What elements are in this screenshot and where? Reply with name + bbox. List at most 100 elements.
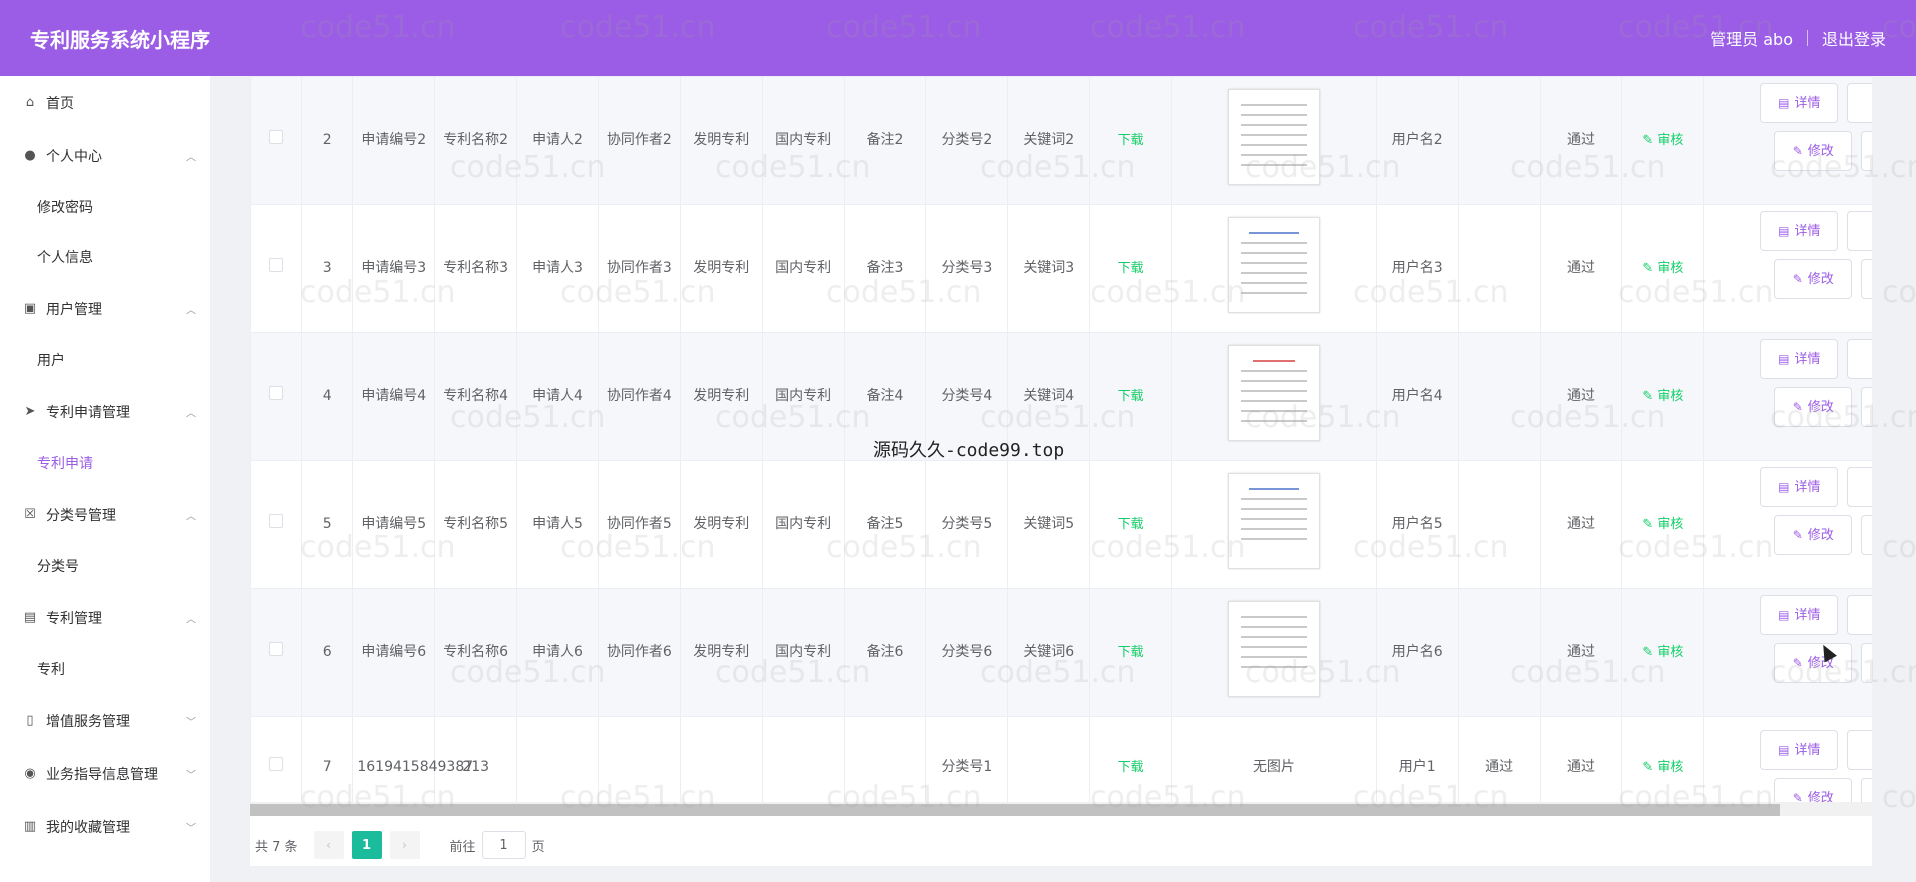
download-link[interactable]: 下载 bbox=[1118, 389, 1144, 404]
logout-link[interactable]: 退出登录 bbox=[1822, 26, 1886, 50]
patent-document-thumbnail[interactable] bbox=[1227, 473, 1320, 569]
goto-page-input[interactable] bbox=[481, 831, 526, 859]
sidebar-subitem-change-password[interactable]: 修改密码 bbox=[0, 182, 210, 232]
pass-button[interactable]: ▤通过 bbox=[1847, 467, 1872, 507]
cell-operations: ▤ 详情 ▤通过 ✎ 修改 🗑删 bbox=[1703, 204, 1872, 333]
sidebar-item-label: 专利申请管理 bbox=[46, 404, 130, 421]
detail-button[interactable]: ▤ 详情 bbox=[1760, 339, 1839, 379]
row-checkbox[interactable] bbox=[269, 386, 284, 400]
send-icon: ➤ bbox=[24, 404, 36, 419]
delete-button[interactable]: 🗑删 bbox=[1861, 515, 1872, 555]
user-icon: ● bbox=[24, 148, 36, 163]
sidebar-item-patent-management[interactable]: ▤ 专利管理 ︿ bbox=[0, 591, 210, 644]
sidebar-item-label: 增值服务管理 bbox=[46, 713, 130, 730]
row-checkbox-cell bbox=[250, 460, 303, 589]
edit-button[interactable]: ✎ 修改 bbox=[1774, 515, 1853, 555]
delete-button[interactable]: 🗑删 bbox=[1861, 387, 1872, 427]
sidebar-item-favorites-management[interactable]: ▥ 我的收藏管理 ﹀ bbox=[0, 800, 210, 853]
row-checkbox[interactable] bbox=[269, 258, 284, 272]
sidebar-item-patent-apply-management[interactable]: ➤ 专利申请管理 ︿ bbox=[0, 385, 210, 438]
download-link[interactable]: 下载 bbox=[1118, 517, 1144, 532]
audit-label: 审核 bbox=[1657, 389, 1684, 404]
operation-buttons: ▤详情 ▤通过 ✎修改🗑删 bbox=[1708, 333, 1872, 460]
row-checkbox-cell bbox=[250, 588, 303, 717]
edit-button[interactable]: ✎ 修改 bbox=[1774, 387, 1853, 427]
download-link[interactable]: 下载 bbox=[1118, 261, 1144, 276]
download-link[interactable]: 下载 bbox=[1118, 760, 1144, 775]
patent-document-thumbnail[interactable] bbox=[1227, 601, 1320, 697]
patent-document-thumbnail[interactable] bbox=[1227, 217, 1320, 313]
document-icon: ▤ bbox=[1778, 607, 1790, 622]
audit-link[interactable]: ✎ 审核 bbox=[1642, 389, 1683, 404]
next-page-button[interactable]: › bbox=[389, 831, 420, 859]
cell-audit: ✎ 审核 bbox=[1621, 204, 1705, 333]
chevron-up-icon: ︿ bbox=[186, 408, 196, 419]
page-number-current[interactable]: 1 bbox=[351, 831, 382, 859]
pass-button[interactable]: ▤通过 bbox=[1847, 595, 1872, 635]
center-watermark: 源码久久-code99.top bbox=[873, 440, 1065, 461]
sidebar-item-guidance-management[interactable]: ◉ 业务指导信息管理 ﹀ bbox=[0, 747, 210, 800]
sidebar-item-home[interactable]: ⌂ 首页 bbox=[0, 76, 210, 129]
table-panel: 2 申请编号2 专利名称2 申请人2 协同作者2 发明专利 国内专利 备注2 分类号2 关键词2 下… bbox=[250, 76, 1872, 866]
horizontal-scrollbar[interactable] bbox=[250, 802, 1872, 816]
detail-button[interactable]: ▤ 详情 bbox=[1760, 467, 1839, 507]
cell-download: 下载 bbox=[1089, 332, 1173, 461]
cell-audit: ✎ 审核 bbox=[1621, 460, 1705, 589]
audit-link[interactable]: ✎ 审核 bbox=[1642, 261, 1683, 276]
patent-document-thumbnail[interactable] bbox=[1227, 89, 1320, 185]
edit-button[interactable]: ✎ 修改 bbox=[1774, 131, 1853, 171]
sidebar-item-user-management[interactable]: ▣ 用户管理 ︿ bbox=[0, 282, 210, 335]
row-checkbox-cell bbox=[250, 716, 303, 806]
cell-status: 通过 bbox=[1539, 716, 1623, 806]
row-checkbox-cell bbox=[250, 76, 303, 205]
cell-idx: 6 bbox=[301, 588, 354, 717]
delete-button[interactable]: 🗑删 bbox=[1861, 131, 1872, 171]
pass-button[interactable]: ▤通过 bbox=[1847, 730, 1872, 770]
cell-extra bbox=[1457, 76, 1541, 205]
delete-button[interactable]: 🗑删 bbox=[1861, 643, 1872, 683]
edit-button[interactable]: ✎ 修改 bbox=[1774, 643, 1853, 683]
pass-button[interactable]: ▤通过 bbox=[1847, 211, 1872, 251]
row-checkbox[interactable] bbox=[269, 130, 284, 144]
chevron-down-icon: ﹀ bbox=[186, 717, 196, 728]
detail-button[interactable]: ▤ 详情 bbox=[1760, 211, 1839, 251]
cell-applicant: 申请人2 bbox=[516, 76, 599, 205]
row-checkbox[interactable] bbox=[269, 756, 284, 771]
delete-button[interactable]: 🗑删 bbox=[1861, 259, 1872, 299]
edit-button[interactable]: ✎ 修改 bbox=[1774, 259, 1853, 299]
sidebar-subitem-patent-apply[interactable]: 专利申请 bbox=[0, 438, 210, 488]
sidebar-item-personal-center[interactable]: ● 个人中心 ︿ bbox=[0, 129, 210, 182]
row-checkbox[interactable] bbox=[269, 642, 284, 656]
download-link[interactable]: 下载 bbox=[1118, 133, 1144, 148]
pass-button[interactable]: ▤通过 bbox=[1847, 83, 1872, 123]
cell-keyword bbox=[1007, 716, 1091, 806]
detail-label: 详情 bbox=[1794, 742, 1821, 758]
document-icon: ▤ bbox=[1871, 349, 1872, 370]
sidebar-item-category-management[interactable]: ☒ 分类号管理 ︿ bbox=[0, 488, 210, 541]
patent-document-thumbnail[interactable] bbox=[1227, 345, 1320, 441]
audit-link[interactable]: ✎ 审核 bbox=[1642, 133, 1683, 148]
audit-link[interactable]: ✎ 审核 bbox=[1642, 760, 1683, 775]
detail-button[interactable]: ▤ 详情 bbox=[1760, 595, 1839, 635]
audit-link[interactable]: ✎ 审核 bbox=[1642, 517, 1683, 532]
audit-link[interactable]: ✎ 审核 bbox=[1642, 645, 1683, 660]
cell-applicant: 申请人4 bbox=[516, 332, 599, 461]
sidebar-subitem-personal-info[interactable]: 个人信息 bbox=[0, 232, 210, 282]
sidebar-subitem-patent[interactable]: 专利 bbox=[0, 644, 210, 694]
row-checkbox[interactable] bbox=[269, 514, 284, 528]
download-link[interactable]: 下载 bbox=[1118, 645, 1144, 660]
document-icon: ▤ bbox=[1871, 740, 1872, 761]
cell-apply_no: 申请编号6 bbox=[352, 588, 436, 717]
detail-button[interactable]: ▤ 详情 bbox=[1760, 730, 1839, 770]
edit-icon: ✎ bbox=[1792, 143, 1803, 158]
pass-button[interactable]: ▤通过 bbox=[1847, 339, 1872, 379]
sidebar-item-value-added-management[interactable]: ▯ 增值服务管理 ﹀ bbox=[0, 694, 210, 747]
operation-buttons: ▤详情 ▤通过 ✎修改🗑删 bbox=[1708, 77, 1872, 204]
sidebar-subitem-category[interactable]: 分类号 bbox=[0, 541, 210, 591]
operation-buttons: ▤详情▤通过✎修改🗑删 bbox=[1708, 717, 1872, 806]
prev-page-button[interactable]: ‹ bbox=[313, 831, 344, 859]
detail-button[interactable]: ▤ 详情 bbox=[1760, 83, 1839, 123]
sidebar-subitem-user[interactable]: 用户 bbox=[0, 335, 210, 385]
cell-audit: ✎ 审核 bbox=[1621, 332, 1705, 461]
scrollbar-thumb[interactable] bbox=[250, 804, 1780, 816]
